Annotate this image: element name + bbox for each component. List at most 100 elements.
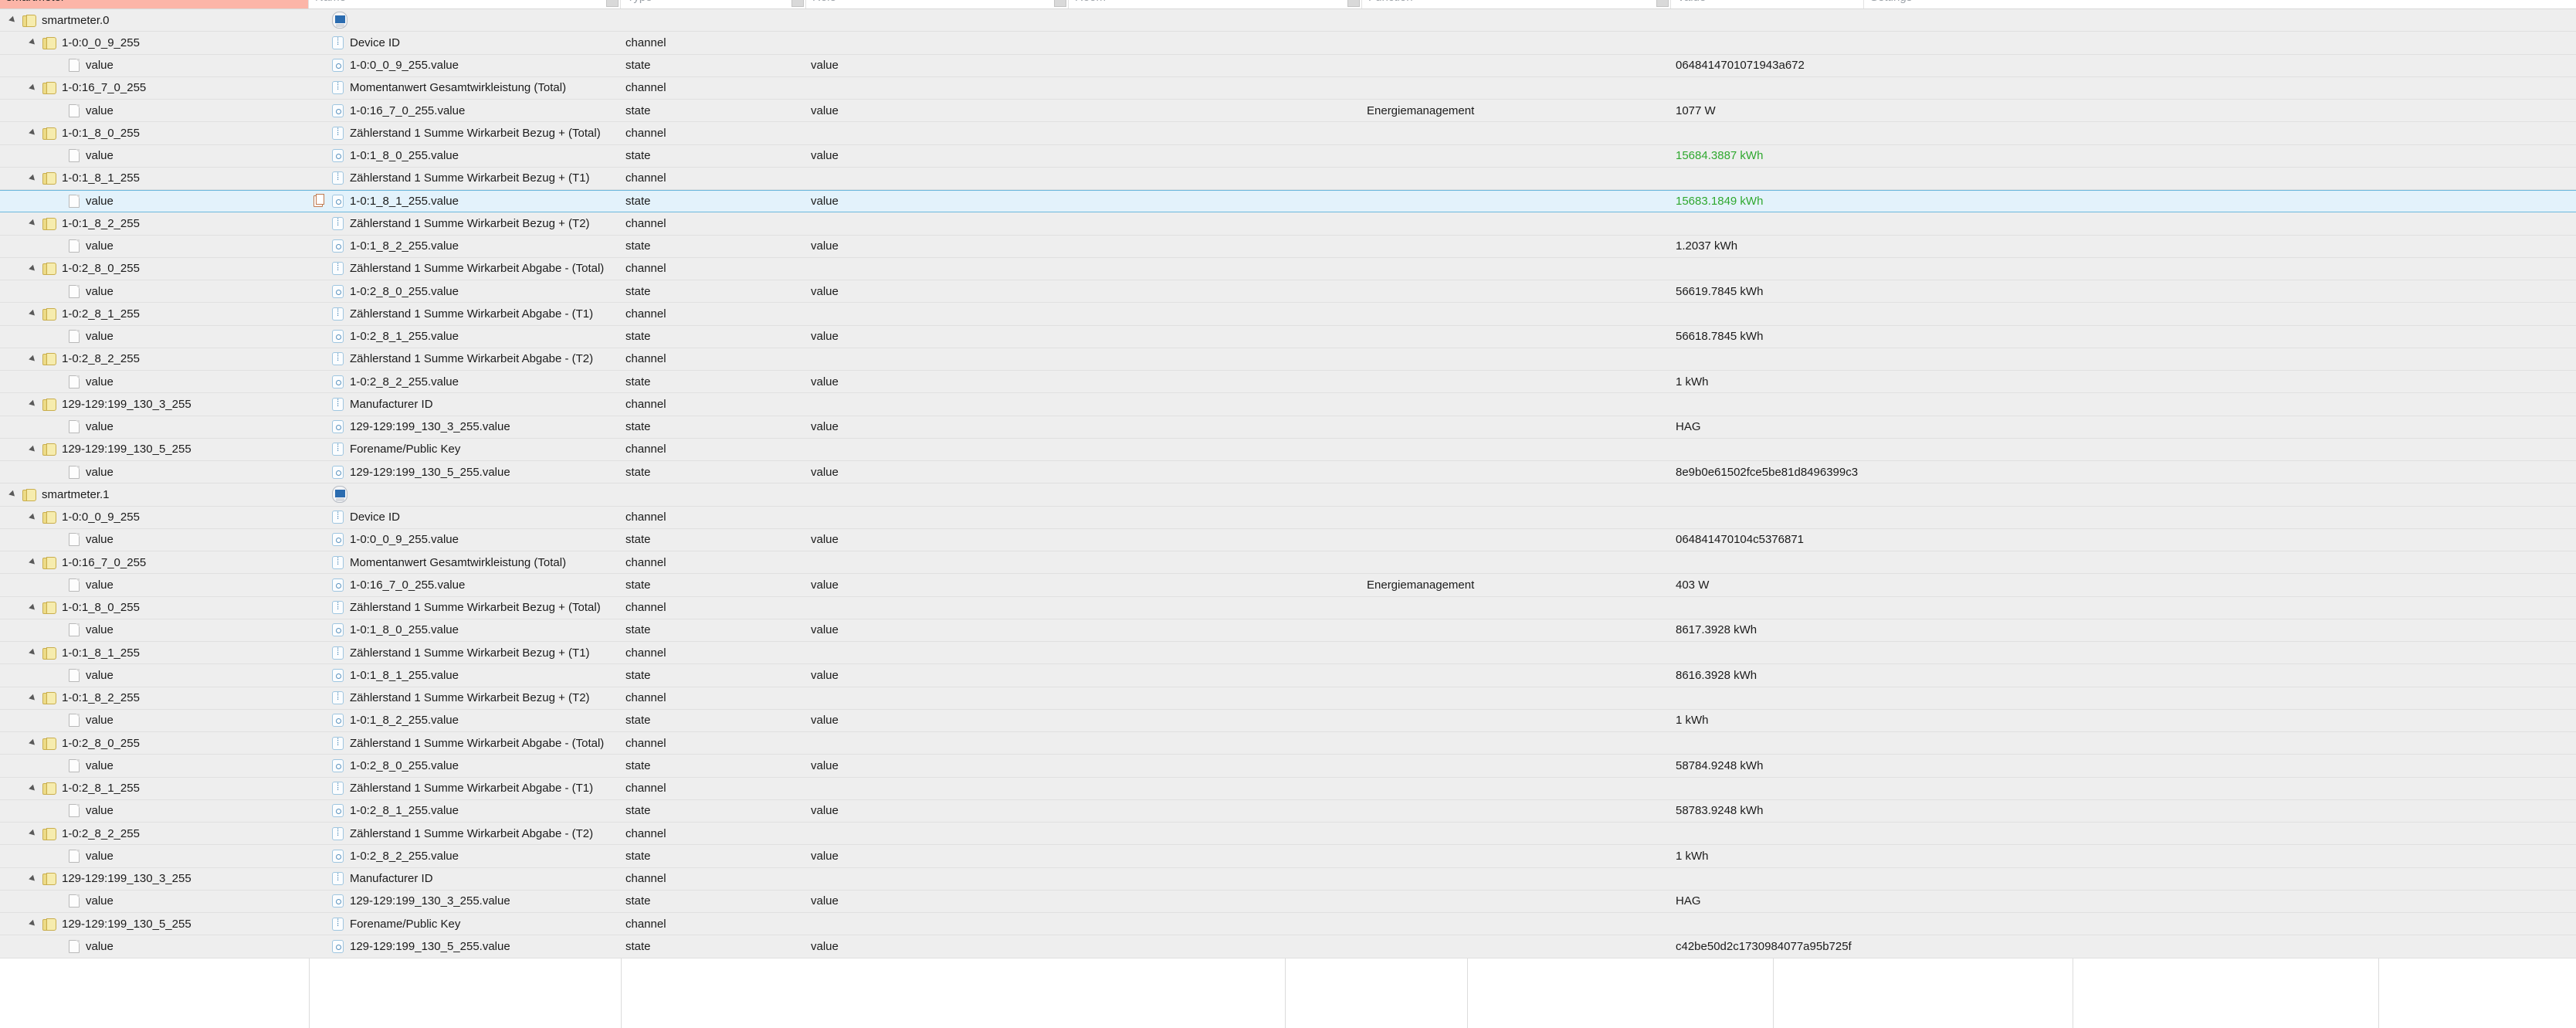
tree-cell[interactable]: value: [0, 236, 309, 257]
table-row[interactable]: 1-0:1_8_2_255 Zählerstand 1 Summe Wirkarb…: [0, 687, 2576, 710]
type-filter-button[interactable]: [791, 0, 804, 7]
settings-cell[interactable]: [1864, 9, 1941, 31]
tree-cell[interactable]: 1-0:1_8_1_255: [0, 168, 309, 189]
tree-cell[interactable]: smartmeter.1: [0, 483, 309, 505]
settings-cell[interactable]: [1864, 732, 1941, 754]
tree-cell[interactable]: value: [0, 191, 309, 212]
settings-cell[interactable]: [1864, 439, 1941, 460]
tree-cell[interactable]: value: [0, 935, 309, 957]
tree-cell[interactable]: 129-129:199_130_3_255: [0, 393, 309, 415]
table-row[interactable]: value 129-129:199_130_5_255.value state val…: [0, 935, 2576, 958]
tree-cell[interactable]: value: [0, 326, 309, 348]
settings-cell[interactable]: [1864, 619, 1941, 641]
table-row[interactable]: value 1-0:1_8_0_255.value state value 15684.…: [0, 144, 2576, 168]
settings-cell[interactable]: [1864, 935, 1941, 957]
expand-collapse-icon[interactable]: [29, 38, 39, 47]
table-row[interactable]: 1-0:1_8_1_255 Zählerstand 1 Summe Wirkarb…: [0, 642, 2576, 665]
settings-cell[interactable]: [1864, 507, 1941, 528]
tree-cell[interactable]: 1-0:1_8_0_255: [0, 597, 309, 619]
tree-cell[interactable]: value: [0, 800, 309, 822]
column-header-settings[interactable]: Settings: [1864, 0, 1941, 8]
table-row[interactable]: 1-0:16_7_0_255 Momentanwert Gesamtwirklei…: [0, 551, 2576, 575]
column-header-value[interactable]: Value: [1671, 0, 1864, 8]
tree-cell[interactable]: 1-0:16_7_0_255: [0, 551, 309, 573]
table-row[interactable]: value 1-0:16_7_0_255.value state value Energ…: [0, 574, 2576, 597]
expand-collapse-icon[interactable]: [29, 829, 39, 838]
settings-cell[interactable]: [1864, 371, 1941, 392]
settings-cell[interactable]: [1864, 845, 1941, 867]
column-header-tree[interactable]: smartmeter: [0, 0, 309, 8]
expand-collapse-icon[interactable]: [29, 355, 39, 364]
table-row[interactable]: smartmeter.0: [0, 9, 2576, 32]
tree-cell[interactable]: 1-0:1_8_2_255: [0, 687, 309, 709]
table-row[interactable]: 1-0:2_8_1_255 Zählerstand 1 Summe Wirkarb…: [0, 777, 2576, 800]
table-row[interactable]: value 1-0:1_8_2_255.value state value 1.2037…: [0, 235, 2576, 258]
column-header-function[interactable]: Function: [1362, 0, 1671, 8]
table-row[interactable]: value 1-0:1_8_1_255.value state value 8616.3…: [0, 664, 2576, 687]
tree-cell[interactable]: 1-0:1_8_0_255: [0, 122, 309, 144]
tree-cell[interactable]: value: [0, 280, 309, 302]
table-row[interactable]: 1-0:2_8_0_255 Zählerstand 1 Summe Wirkarb…: [0, 732, 2576, 755]
settings-cell[interactable]: [1864, 642, 1941, 663]
tree-cell[interactable]: value: [0, 845, 309, 867]
tree-cell[interactable]: value: [0, 461, 309, 483]
tree-cell[interactable]: value: [0, 664, 309, 686]
settings-cell[interactable]: [1864, 122, 1941, 144]
expand-collapse-icon[interactable]: [29, 219, 39, 228]
table-row[interactable]: value 1-0:1_8_1_255.value state value 15683.…: [0, 190, 2576, 213]
settings-cell[interactable]: [1864, 687, 1941, 709]
table-row[interactable]: value 1-0:2_8_2_255.value state value 1 kWh: [0, 371, 2576, 394]
settings-cell[interactable]: [1864, 891, 1941, 912]
tree-cell[interactable]: value: [0, 371, 309, 392]
settings-cell[interactable]: [1864, 145, 1941, 167]
column-header-name[interactable]: Name: [309, 0, 621, 8]
table-row[interactable]: value 1-0:2_8_1_255.value state value 58783.…: [0, 799, 2576, 823]
table-row[interactable]: 1-0:2_8_1_255 Zählerstand 1 Summe Wirkarb…: [0, 303, 2576, 326]
settings-cell[interactable]: [1864, 236, 1941, 257]
settings-cell[interactable]: [1864, 483, 1941, 505]
table-row[interactable]: 129-129:199_130_3_255 Manufacturer ID chan…: [0, 393, 2576, 416]
settings-cell[interactable]: [1864, 755, 1941, 776]
table-row[interactable]: value 129-129:199_130_5_255.value state val…: [0, 461, 2576, 484]
table-row[interactable]: smartmeter.1: [0, 483, 2576, 507]
tree-cell[interactable]: value: [0, 100, 309, 121]
settings-cell[interactable]: [1864, 868, 1941, 890]
function-filter-button[interactable]: [1656, 0, 1669, 7]
tree-cell[interactable]: value: [0, 529, 309, 551]
expand-collapse-icon[interactable]: [29, 919, 39, 928]
tree-cell[interactable]: 1-0:16_7_0_255: [0, 77, 309, 99]
table-row[interactable]: value 1-0:1_8_0_255.value state value 8617.3…: [0, 619, 2576, 642]
tree-cell[interactable]: smartmeter.0: [0, 9, 309, 31]
table-row[interactable]: value 1-0:1_8_2_255.value state value 1 kWh: [0, 709, 2576, 732]
column-header-room[interactable]: Room: [1069, 0, 1362, 8]
settings-cell[interactable]: [1864, 710, 1941, 731]
tree-cell[interactable]: 1-0:0_0_9_255: [0, 32, 309, 53]
settings-cell[interactable]: [1864, 100, 1941, 121]
settings-cell[interactable]: [1864, 168, 1941, 189]
settings-cell[interactable]: [1864, 551, 1941, 573]
expand-collapse-icon[interactable]: [29, 264, 39, 273]
table-row[interactable]: 1-0:16_7_0_255 Momentanwert Gesamtwirklei…: [0, 76, 2576, 100]
tree-cell[interactable]: 1-0:2_8_0_255: [0, 732, 309, 754]
expand-collapse-icon[interactable]: [29, 603, 39, 612]
settings-cell[interactable]: [1864, 574, 1941, 595]
table-row[interactable]: value 129-129:199_130_3_255.value state val…: [0, 890, 2576, 913]
tree-cell[interactable]: value: [0, 55, 309, 76]
settings-cell[interactable]: [1864, 32, 1941, 53]
settings-cell[interactable]: [1864, 664, 1941, 686]
table-row[interactable]: value 129-129:199_130_3_255.value state val…: [0, 416, 2576, 439]
expand-collapse-icon[interactable]: [29, 558, 39, 567]
expand-collapse-icon[interactable]: [29, 513, 39, 522]
expand-collapse-icon[interactable]: [29, 128, 39, 137]
expand-collapse-icon[interactable]: [9, 15, 19, 25]
expand-collapse-icon[interactable]: [9, 490, 19, 499]
column-header-type[interactable]: Type: [621, 0, 806, 8]
tree-cell[interactable]: value: [0, 574, 309, 595]
table-row[interactable]: 129-129:199_130_3_255 Manufacturer ID chan…: [0, 867, 2576, 891]
expand-collapse-icon[interactable]: [29, 694, 39, 703]
table-row[interactable]: 1-0:0_0_9_255 Device ID channel: [0, 32, 2576, 55]
settings-cell[interactable]: [1864, 913, 1941, 935]
settings-cell[interactable]: [1864, 191, 1941, 212]
settings-cell[interactable]: [1864, 823, 1941, 844]
settings-cell[interactable]: [1864, 800, 1941, 822]
